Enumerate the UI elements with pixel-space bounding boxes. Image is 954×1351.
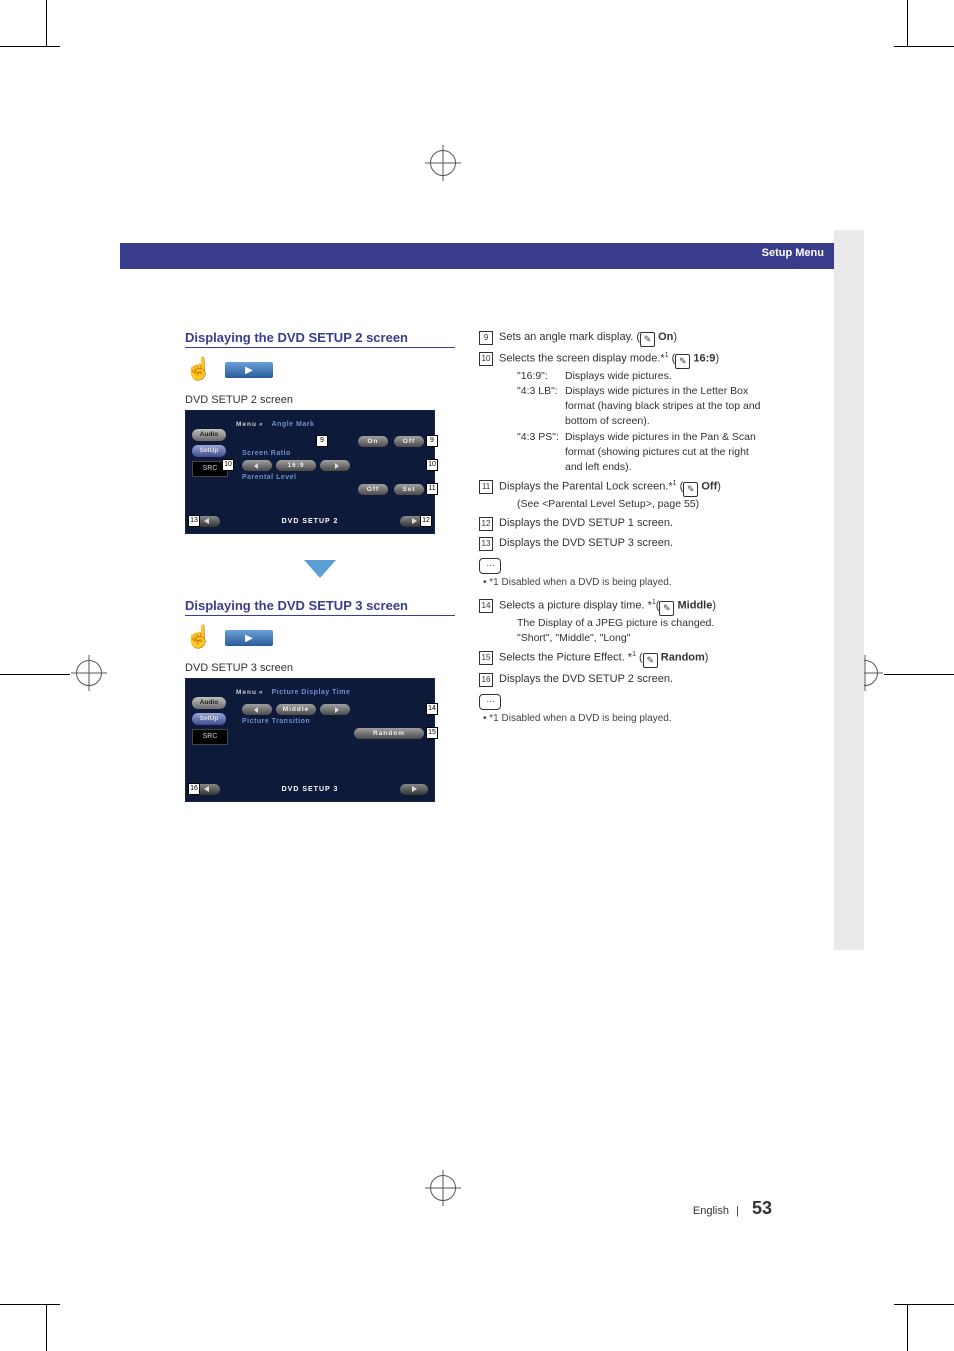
callout-9a: 9 — [316, 435, 328, 447]
callout-15: 15 — [426, 727, 438, 739]
desc-item: 13 Displays the DVD SETUP 3 screen. — [479, 536, 765, 552]
section2-title: Displaying the DVD SETUP 2 screen — [185, 330, 455, 348]
pic-trans-label: Picture Transition — [242, 718, 424, 725]
callout-9b: 9 — [426, 435, 438, 447]
desc-body: Displays the DVD SETUP 3 screen. — [499, 536, 765, 552]
header-bar: Setup Menu — [120, 243, 834, 269]
desc-item: 10 Selects the screen display mode.*1 (✎ … — [479, 351, 765, 475]
side-tab — [834, 230, 864, 950]
pencil-icon: ✎ — [659, 601, 674, 616]
footer-lang: English — [693, 1205, 729, 1217]
note-icon: ⋯ — [479, 694, 501, 710]
callout-13: 13 — [188, 515, 200, 527]
angle-mark-label: Angle Mark — [272, 421, 315, 428]
footer-title-3: DVD SETUP 3 — [220, 786, 400, 793]
callout-10a: 10 — [222, 459, 234, 471]
parental-value: Off — [358, 484, 388, 495]
page-footer: English | 53 — [693, 1198, 772, 1219]
desc-item: 16 Displays the DVD SETUP 2 screen. — [479, 672, 765, 688]
device-screen-setup2: Audio SetUp SRC Menu« Angle Mark 9 On Of… — [185, 410, 435, 534]
desc-body: Displays the DVD SETUP 1 screen. — [499, 516, 765, 532]
note-3: • *1 Disabled when a DVD is being played… — [483, 712, 765, 727]
ratio-value[interactable]: 16:9 — [276, 460, 316, 471]
next-arrow-button[interactable]: ▶ — [225, 362, 273, 378]
menu-label[interactable]: Menu — [236, 421, 257, 428]
touch-icon: ☝ — [185, 624, 213, 652]
angle-on-button[interactable]: On — [358, 436, 388, 447]
pictime-prev-button[interactable] — [242, 704, 272, 715]
down-arrow-icon — [304, 560, 336, 578]
pencil-icon: ✎ — [683, 482, 698, 497]
callout-14: 14 — [426, 703, 438, 715]
desc-item: 14 Selects a picture display time. *1(✎ M… — [479, 598, 765, 646]
desc-body: Selects a picture display time. *1(✎ Mid… — [499, 598, 765, 646]
ref-number: 14 — [479, 599, 493, 613]
desc-list-3: 14 Selects a picture display time. *1(✎ M… — [479, 598, 765, 688]
desc-item: 12 Displays the DVD SETUP 1 screen. — [479, 516, 765, 532]
note-icon: ⋯ — [479, 558, 501, 574]
pictime-value[interactable]: Middle — [276, 704, 316, 715]
ref-number: 11 — [479, 480, 493, 494]
desc-body: Displays the DVD SETUP 2 screen. — [499, 672, 765, 688]
footer-next-button[interactable] — [400, 784, 428, 795]
callout-10b: 10 — [426, 459, 438, 471]
footer-page: 53 — [752, 1198, 772, 1218]
angle-off-button[interactable]: Off — [394, 436, 424, 447]
screen-ratio-label: Screen Ratio — [242, 450, 424, 457]
callout-12: 12 — [420, 515, 432, 527]
screen3-label: DVD SETUP 3 screen — [185, 662, 455, 674]
parental-set-button[interactable]: Set — [394, 484, 424, 495]
side-src[interactable]: SRC — [192, 729, 228, 745]
menu-label[interactable]: Menu — [236, 689, 257, 696]
pencil-icon: ✎ — [640, 332, 655, 347]
desc-body: Selects the screen display mode.*1 (✎ 16… — [499, 351, 765, 475]
ref-number: 16 — [479, 673, 493, 687]
footer-sep: | — [736, 1205, 739, 1217]
ratio-next-button[interactable] — [320, 460, 350, 471]
desc-body: Sets an angle mark display. (✎ On) — [499, 330, 765, 347]
ref-number: 10 — [479, 352, 493, 366]
ratio-prev-button[interactable] — [242, 460, 272, 471]
pencil-icon: ✎ — [643, 653, 658, 668]
desc-item: 11 Displays the Parental Lock screen.*1 (… — [479, 479, 765, 512]
next-arrow-button[interactable]: ▶ — [225, 630, 273, 646]
callout-16: 16 — [188, 783, 200, 795]
ref-number: 12 — [479, 517, 493, 531]
side-setup[interactable]: SetUp — [192, 713, 226, 725]
header-title: Setup Menu — [762, 247, 824, 259]
desc-body: Selects the Picture Effect. *1 (✎ Random… — [499, 650, 765, 668]
pic-time-label: Picture Display Time — [272, 689, 351, 696]
pictrans-value[interactable]: Random — [354, 728, 424, 739]
ref-number: 13 — [479, 537, 493, 551]
side-audio[interactable]: Audio — [192, 697, 226, 709]
section3-title: Displaying the DVD SETUP 3 screen — [185, 598, 455, 616]
parental-label: Parental Level — [242, 474, 424, 481]
screen2-label: DVD SETUP 2 screen — [185, 394, 455, 406]
side-setup[interactable]: SetUp — [192, 445, 226, 457]
pictime-next-button[interactable] — [320, 704, 350, 715]
desc-item: 9 Sets an angle mark display. (✎ On) — [479, 330, 765, 347]
desc-item: 15 Selects the Picture Effect. *1 (✎ Rand… — [479, 650, 765, 668]
pencil-icon: ✎ — [675, 354, 690, 369]
desc-list-2: 9 Sets an angle mark display. (✎ On) 10 Sel… — [479, 330, 765, 552]
touch-icon: ☝ — [185, 356, 213, 384]
device-screen-setup3: Audio SetUp SRC Menu« Picture Display Ti… — [185, 678, 435, 802]
ref-number: 9 — [479, 331, 493, 345]
note-2: • *1 Disabled when a DVD is being played… — [483, 576, 765, 591]
side-audio[interactable]: Audio — [192, 429, 226, 441]
desc-body: Displays the Parental Lock screen.*1 (✎ … — [499, 479, 765, 512]
callout-11: 11 — [426, 483, 438, 495]
footer-title-2: DVD SETUP 2 — [220, 518, 400, 525]
ref-number: 15 — [479, 651, 493, 665]
